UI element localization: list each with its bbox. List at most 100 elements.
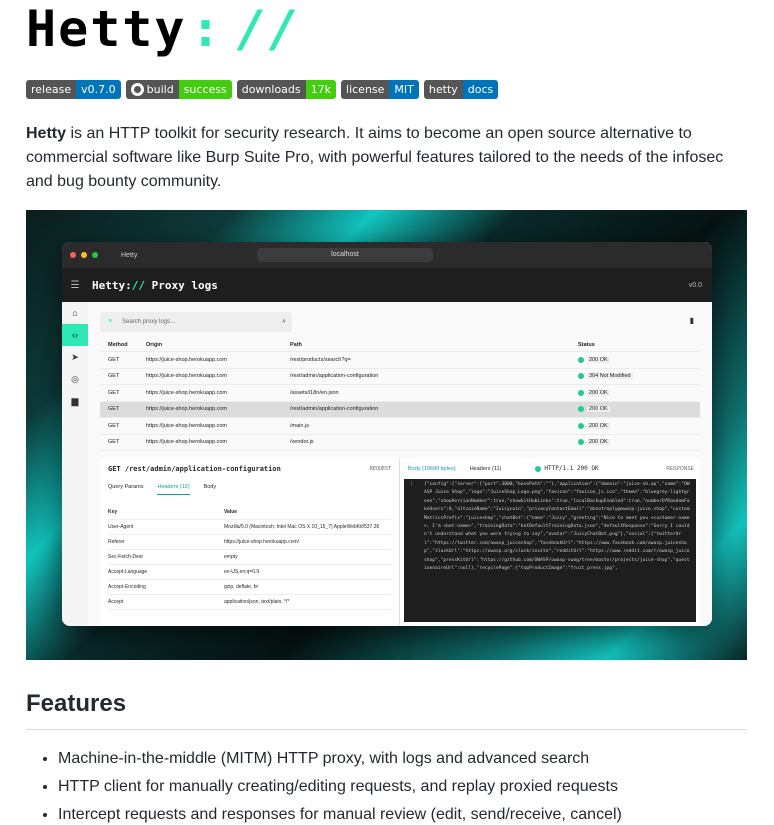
table-header: Method Origin Path Status: [100, 338, 700, 352]
header-value: empty: [224, 554, 238, 560]
tab-response-body: Body (10690 bytes): [408, 459, 456, 480]
logo-name: Hetty: [26, 0, 187, 58]
tab-body: Body: [203, 484, 217, 490]
response-status-text: HTTP/1.1 200 OK: [544, 465, 599, 472]
response-status: HTTP/1.1 200 OK: [535, 459, 599, 479]
proxy-log-table: Method Origin Path Status GET https://ju…: [100, 338, 700, 451]
col-value: Value: [224, 509, 238, 515]
badge-downloads[interactable]: downloads 17k: [236, 80, 337, 99]
app-screenshot: Hetty localhost ☰ Hetty:// Proxy logs v0…: [26, 210, 747, 660]
row-path: /assets/i18n/en.json: [290, 389, 339, 396]
minimize-dot-icon: [81, 252, 87, 258]
badge-build-left: build: [125, 80, 179, 99]
request-headers-table: Key Value User-Agent Mozilla/5.0 (Macintos…: [108, 505, 391, 610]
request-title: GET /rest/admin/application-configuratio…: [100, 459, 399, 479]
row-method: GET: [108, 439, 120, 446]
row-method: GET: [108, 356, 120, 363]
trash-icon: ▮: [689, 316, 694, 325]
header-key: Accept: [108, 599, 124, 605]
row-status: 304 Not Modified: [578, 373, 700, 380]
response-pane: Body (10690 bytes) Headers (11) HTTP/1.1…: [400, 459, 700, 626]
row-status: 200 OK: [578, 356, 700, 363]
header-value: en-US,en;q=0.9: [224, 569, 260, 575]
table-row: GET https://juice-shop.herokuapp.com /ma…: [100, 418, 700, 435]
badge-release[interactable]: release v0.7.0: [26, 80, 121, 99]
table-row: GET https://juice-shop.herokuapp.com /re…: [100, 352, 700, 369]
features-heading: Features: [26, 690, 127, 717]
header-value: https://juice-shop.herokuapp.com/: [224, 539, 300, 545]
header-row: Accept-Encoding gzip, deflate, br: [108, 580, 391, 595]
response-body-code: 1 {"config":{"server":{"port":3000,"base…: [404, 479, 696, 622]
badge-docs-label: hetty: [423, 80, 463, 99]
log-detail: GET /rest/admin/application-configuratio…: [100, 459, 700, 626]
request-tag: REQUEST: [369, 466, 391, 472]
header-row: User-Agent Mozilla/5.0 (Macintosh; Intel …: [108, 520, 391, 535]
tab-response-headers: Headers (11): [469, 466, 502, 472]
list-item: Intercept requests and responses for man…: [58, 801, 748, 825]
app-version: v0.0: [688, 281, 702, 289]
header-row: Accept application/json, text/plain, */*: [108, 595, 391, 610]
badge-release-value: v0.7.0: [76, 80, 121, 99]
row-origin: https://juice-shop.herokuapp.com: [146, 406, 228, 413]
tab-query-params: Query Params: [108, 484, 144, 490]
status-dot-icon: [578, 356, 584, 363]
row-status: 200 OK: [578, 406, 700, 413]
row-method: GET: [108, 389, 120, 396]
row-status: 200 OK: [578, 439, 700, 446]
response-json: {"config":{"server":{"port":3000,"basePa…: [424, 482, 690, 572]
app-title-slashes: //: [131, 278, 145, 292]
badge-docs-value: docs: [462, 80, 499, 99]
close-dot-icon: [70, 252, 76, 258]
row-status: 200 OK: [578, 389, 700, 396]
col-origin: Origin: [146, 341, 163, 348]
row-origin: https://juice-shop.herokuapp.com: [146, 422, 228, 429]
browser-titlebar: Hetty localhost: [62, 242, 712, 268]
col-status: Status: [578, 341, 595, 348]
list-item: HTTP client for manually creating/editin…: [58, 773, 748, 801]
heading-divider: [26, 729, 747, 730]
row-status-text: 200 OK: [587, 422, 610, 429]
app-sidebar: ⌂ ‹› ➤ ◎ ▆: [62, 302, 88, 626]
logo-colon: :: [190, 0, 223, 58]
response-tabs: Body (10690 bytes) Headers (11) HTTP/1.1…: [400, 459, 700, 480]
col-path: Path: [290, 341, 302, 348]
row-status-text: 200 OK: [587, 406, 610, 413]
app-header: ☰ Hetty:// Proxy logs v0.0: [62, 268, 712, 302]
list-item: Machine-in-the-middle (MITM) HTTP proxy,…: [58, 745, 748, 773]
badge-docs[interactable]: hetty docs: [423, 80, 499, 99]
badge-build-value: success: [178, 80, 232, 99]
folder-icon: ▆: [71, 395, 79, 406]
row-path: /rest/admin/application-configuration: [290, 406, 379, 413]
header-key: Sec-Fetch-Dest: [108, 554, 143, 560]
tab-headers: Headers (12): [157, 479, 190, 495]
proxy-icon: ‹›: [62, 324, 88, 346]
row-method: GET: [108, 373, 120, 380]
header-value: application/json, text/plain, */*: [224, 599, 290, 605]
request-pane: GET /rest/admin/application-configuratio…: [100, 459, 400, 626]
table-row-selected: GET https://juice-shop.herokuapp.com /re…: [100, 401, 700, 418]
header-key: Accept-Encoding: [108, 584, 146, 590]
header-row: Referer https://juice-shop.herokuapp.com/: [108, 535, 391, 550]
filter-icon: ≡: [108, 318, 113, 325]
row-origin: https://juice-shop.herokuapp.com: [146, 389, 228, 396]
features-list: Machine-in-the-middle (MITM) HTTP proxy,…: [58, 745, 748, 825]
row-status-text: 200 OK: [587, 389, 610, 396]
row-path: /main.js: [290, 422, 309, 429]
status-dot-icon: [578, 373, 584, 380]
badge-build[interactable]: build success: [125, 80, 232, 99]
hetty-logo: Hetty : //: [26, 0, 301, 58]
intro-strong: Hetty: [26, 125, 67, 142]
request-tabs: Query Params Headers (12) Body: [100, 479, 399, 495]
status-dot-icon: [578, 422, 584, 429]
header-value: gzip, deflate, br: [224, 584, 259, 590]
line-number: 1: [410, 482, 413, 487]
request-title-text: GET /rest/admin/application-configuratio…: [108, 465, 281, 473]
badge-license[interactable]: license MIT: [341, 80, 419, 99]
row-origin: https://juice-shop.herokuapp.com: [146, 356, 228, 363]
status-dot-icon: [578, 439, 584, 446]
app-title: Hetty:// Proxy logs: [92, 279, 218, 292]
status-dot-icon: [578, 406, 584, 413]
maximize-dot-icon: [92, 252, 98, 258]
badge-downloads-label: downloads: [236, 80, 306, 99]
search-icon: ⌕: [282, 318, 286, 325]
